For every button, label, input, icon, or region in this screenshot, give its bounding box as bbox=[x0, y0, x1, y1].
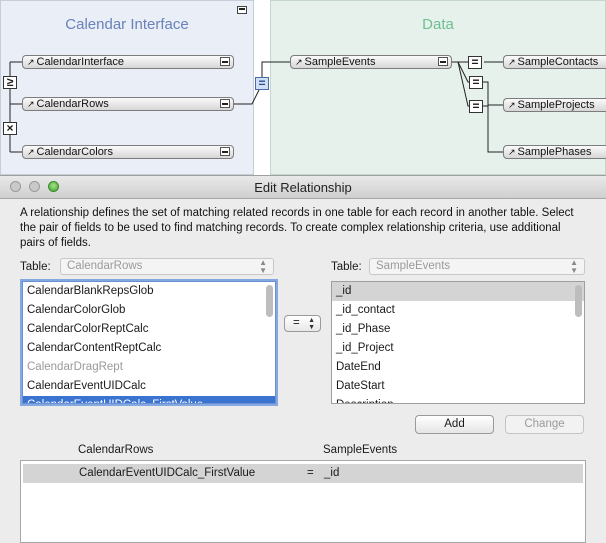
list-item[interactable]: DateEnd bbox=[332, 358, 584, 377]
left-table-label: Table: bbox=[20, 261, 51, 273]
updown-arrows-icon: ▲ ▼ bbox=[259, 258, 267, 275]
table-occurrence-samplecontacts[interactable]: ↗ SampleContacts bbox=[503, 55, 606, 69]
list-item[interactable]: CalendarColorReptCalc bbox=[23, 320, 275, 339]
table-name: SamplePhases bbox=[517, 146, 592, 158]
table-occurrence-samplephases[interactable]: ↗ SamplePhases bbox=[503, 145, 606, 159]
list-item[interactable]: CalendarEventUIDCalc bbox=[23, 377, 275, 396]
scrollbar[interactable] bbox=[575, 285, 582, 317]
dialog-title: Edit Relationship bbox=[254, 180, 352, 195]
right-table-value: SampleEvents bbox=[376, 260, 451, 272]
relationship-graph: Calendar Interface Data ↗ CalendarInterfa… bbox=[0, 0, 606, 175]
collapse-icon[interactable] bbox=[438, 57, 448, 66]
relationship-equal-icon[interactable]: = bbox=[468, 56, 482, 69]
criteria-right-field: _id bbox=[324, 467, 340, 479]
table-name: SampleEvents bbox=[304, 56, 376, 68]
list-item[interactable]: CalendarContentReptCalc bbox=[23, 339, 275, 358]
operator-value: = bbox=[293, 317, 300, 329]
dialog-titlebar[interactable]: Edit Relationship bbox=[0, 176, 606, 199]
criteria-row[interactable]: CalendarEventUIDCalc_FirstValue = _id bbox=[23, 464, 583, 483]
list-item[interactable]: _id_Phase bbox=[332, 320, 584, 339]
relationship-greater-equal-icon[interactable]: ≥ bbox=[3, 76, 17, 89]
arrow-icon: ↗ bbox=[27, 99, 35, 109]
relationship-equal-icon[interactable]: = bbox=[469, 100, 483, 113]
left-table-value: CalendarRows bbox=[67, 260, 143, 272]
list-item[interactable]: DateStart bbox=[332, 377, 584, 396]
collapse-icon[interactable] bbox=[220, 99, 230, 108]
updown-arrows-icon: ▲ ▼ bbox=[570, 258, 578, 275]
updown-arrows-icon: ▲ ▼ bbox=[308, 317, 315, 331]
edit-relationship-dialog: Edit Relationship A relationship defines… bbox=[0, 175, 606, 543]
table-name: CalendarInterface bbox=[36, 56, 124, 68]
arrow-icon: ↗ bbox=[295, 57, 303, 67]
list-item-selected[interactable]: _id bbox=[332, 282, 584, 301]
table-name: SampleContacts bbox=[517, 56, 599, 68]
table-occurrence-sampleprojects[interactable]: ↗ SampleProjects bbox=[503, 98, 606, 112]
relationship-cartesian-icon[interactable]: × bbox=[3, 122, 17, 135]
table-occurrence-calendarrows[interactable]: ↗ CalendarRows bbox=[22, 97, 234, 111]
table-name: CalendarColors bbox=[36, 146, 113, 158]
change-button[interactable]: Change bbox=[505, 415, 584, 434]
right-field-list[interactable]: _id _id_contact _id_Phase _id_Project Da… bbox=[331, 281, 585, 404]
left-table-popup[interactable]: CalendarRows ▲ ▼ bbox=[60, 258, 274, 275]
criteria-left-field: CalendarEventUIDCalc_FirstValue bbox=[79, 467, 256, 479]
arrow-icon: ↗ bbox=[27, 147, 35, 157]
arrow-icon: ↗ bbox=[27, 57, 35, 67]
list-item-selected[interactable]: CalendarEventUIDCalc_FirstValue bbox=[23, 396, 275, 403]
operator-select[interactable]: = ▲ ▼ bbox=[284, 315, 321, 332]
dialog-description: A relationship defines the set of matchi… bbox=[20, 207, 574, 249]
arrow-icon: ↗ bbox=[508, 100, 516, 110]
relationship-criteria-list[interactable]: CalendarEventUIDCalc_FirstValue = _id bbox=[20, 460, 586, 543]
criteria-left-header: CalendarRows bbox=[78, 444, 154, 456]
add-button[interactable]: Add bbox=[415, 415, 494, 434]
right-table-label: Table: bbox=[331, 261, 362, 273]
right-table-popup[interactable]: SampleEvents ▲ ▼ bbox=[369, 258, 585, 275]
relationship-equal-icon-selected[interactable]: = bbox=[255, 77, 269, 90]
relationship-equal-icon[interactable]: = bbox=[469, 76, 483, 89]
table-occurrence-sampleevents[interactable]: ↗ SampleEvents bbox=[290, 55, 452, 69]
table-occurrence-calendarcolors[interactable]: ↗ CalendarColors bbox=[22, 145, 234, 159]
list-item[interactable]: CalendarColorGlob bbox=[23, 301, 275, 320]
list-item[interactable]: _id_Project bbox=[332, 339, 584, 358]
left-field-list[interactable]: CalendarBlankRepsGlob CalendarColorGlob … bbox=[22, 281, 276, 404]
arrow-icon: ↗ bbox=[508, 57, 516, 67]
table-name: CalendarRows bbox=[36, 98, 109, 110]
criteria-right-header: SampleEvents bbox=[323, 444, 398, 456]
list-item[interactable]: CalendarBlankRepsGlob bbox=[23, 282, 275, 301]
list-item[interactable]: Description bbox=[332, 396, 584, 403]
scrollbar[interactable] bbox=[266, 285, 273, 317]
list-item[interactable]: CalendarDragRept bbox=[23, 358, 275, 377]
collapse-icon[interactable] bbox=[220, 147, 230, 156]
arrow-icon: ↗ bbox=[508, 147, 516, 157]
list-item[interactable]: _id_contact bbox=[332, 301, 584, 320]
table-occurrence-calendarinterface[interactable]: ↗ CalendarInterface bbox=[22, 55, 234, 69]
collapse-icon[interactable] bbox=[220, 57, 230, 66]
table-name: SampleProjects bbox=[517, 99, 595, 111]
criteria-operator: = bbox=[307, 467, 314, 479]
